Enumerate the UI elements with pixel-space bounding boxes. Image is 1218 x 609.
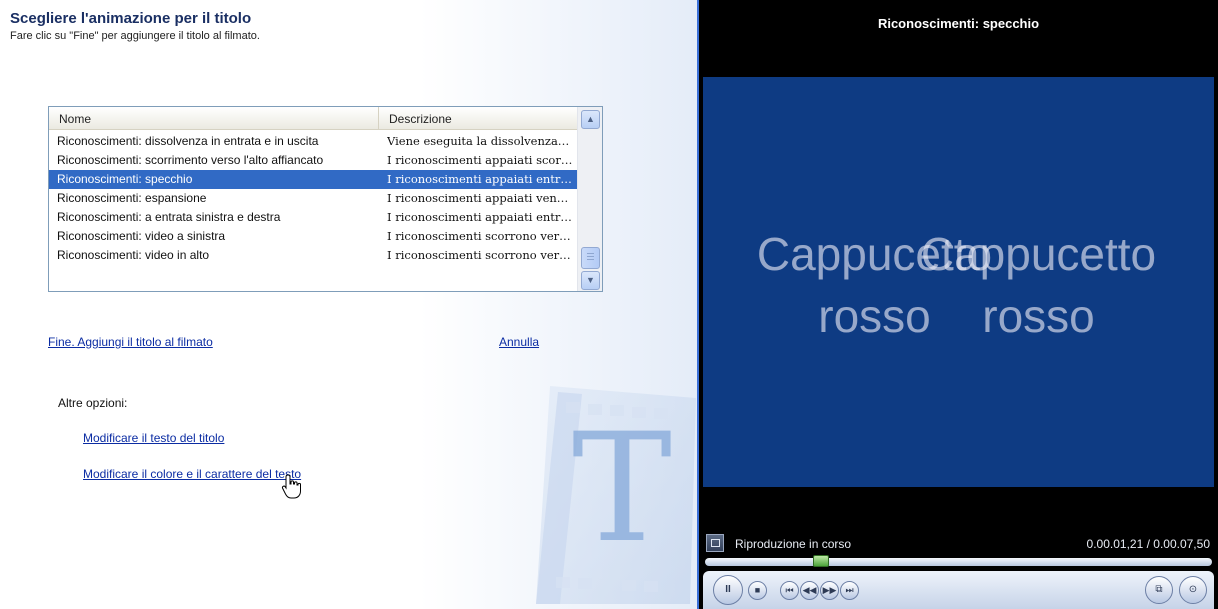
animation-name: Riconoscimenti: scorrimento verso l'alto…: [57, 153, 324, 167]
column-header-nome[interactable]: Nome: [49, 107, 379, 129]
hand-cursor-icon: [281, 474, 301, 499]
animation-name: Riconoscimenti: espansione: [57, 191, 207, 205]
fullscreen-icon[interactable]: [706, 534, 724, 552]
list-item[interactable]: Riconoscimenti: specchio I riconoscimenti…: [49, 170, 577, 189]
more-options-label: Altre opzioni:: [58, 396, 128, 410]
playback-controls: II ■ ⏮ ◀◀ ▶▶ ⏭ ⧉ ⊙: [703, 571, 1214, 609]
animation-list[interactable]: Nome Descrizione Riconoscimenti: dissolv…: [48, 106, 603, 292]
scroll-up-icon[interactable]: ▲: [581, 110, 600, 129]
animation-description: I riconoscimenti appaiati scor…: [387, 153, 573, 167]
previous-button[interactable]: ⏮: [780, 581, 799, 600]
svg-text:T: T: [572, 402, 672, 576]
list-item[interactable]: Riconoscimenti: video a sinistra I ricono…: [49, 227, 577, 246]
animation-name: Riconoscimenti: specchio: [57, 172, 193, 186]
animation-description: I riconoscimenti scorrono ver…: [387, 248, 571, 262]
preview-title: Riconoscimenti: specchio: [877, 16, 1040, 31]
page-subtitle: Fare clic su "Fine" per aggiungere il ti…: [10, 30, 260, 42]
forward-button[interactable]: ▶▶: [820, 581, 839, 600]
scroll-thumb[interactable]: [581, 247, 600, 269]
seek-bar[interactable]: [705, 555, 1212, 567]
seek-handle[interactable]: [813, 555, 829, 567]
edit-text-font-link[interactable]: Modificare il colore e il carattere del …: [83, 467, 301, 481]
list-rows: Riconoscimenti: dissolvenza in entrata e…: [49, 132, 577, 265]
video-preview[interactable]: Cappucetto rosso Cappucetto rosso: [703, 77, 1214, 487]
list-scrollbar[interactable]: ▲ ▼: [577, 107, 602, 291]
scroll-down-icon[interactable]: ▼: [581, 271, 600, 290]
pause-button[interactable]: II: [713, 575, 743, 605]
animation-description: I riconoscimenti appaiati entr…: [387, 210, 572, 224]
page-title: Scegliere l'animazione per il titolo: [10, 10, 252, 27]
playback-status: Riproduzione in corso: [735, 537, 852, 551]
animation-description: I riconoscimenti appaiati ven…: [387, 191, 569, 205]
cancel-link[interactable]: Annulla: [499, 335, 539, 349]
stop-button[interactable]: ■: [748, 581, 767, 600]
list-item[interactable]: Riconoscimenti: dissolvenza in entrata e…: [49, 132, 577, 151]
animation-description: Viene eseguita la dissolvenza…: [387, 134, 570, 148]
animation-description: I riconoscimenti appaiati entr…: [387, 172, 572, 186]
list-item[interactable]: Riconoscimenti: scorrimento verso l'alto…: [49, 151, 577, 170]
list-item[interactable]: Riconoscimenti: espansione I riconoscimen…: [49, 189, 577, 208]
list-item[interactable]: Riconoscimenti: a entrata sinistra e des…: [49, 208, 577, 227]
split-clip-icon[interactable]: ⧉: [1145, 576, 1173, 604]
edit-title-text-link[interactable]: Modificare il testo del titolo: [83, 431, 224, 445]
animation-name: Riconoscimenti: video in alto: [57, 248, 210, 262]
snapshot-icon[interactable]: ⊙: [1179, 576, 1207, 604]
animation-name: Riconoscimenti: dissolvenza in entrata e…: [57, 134, 319, 148]
video-caption-right: Cappucetto rosso: [920, 228, 1157, 342]
title-decoration-icon: T: [536, 386, 696, 604]
playback-time: 0.00.01,21 / 0.00.07,50: [1086, 537, 1210, 551]
animation-description: I riconoscimenti scorrono ver…: [387, 229, 571, 243]
animation-name: Riconoscimenti: video a sinistra: [57, 229, 226, 243]
playback-status-bar: Riproduzione in corso 0.00.01,21 / 0.00.…: [699, 530, 1218, 556]
animation-name: Riconoscimenti: a entrata sinistra e des…: [57, 210, 281, 224]
preview-pane: Riconoscimenti: specchio Cappucetto ross…: [699, 0, 1218, 609]
list-item[interactable]: Riconoscimenti: video in alto I riconosci…: [49, 246, 577, 265]
column-header-descrizione[interactable]: Descrizione: [379, 107, 577, 129]
list-header: Nome Descrizione: [49, 107, 577, 130]
done-link[interactable]: Fine. Aggiungi il titolo al filmato: [48, 335, 213, 349]
task-pane: Scegliere l'animazione per il titolo Far…: [0, 0, 699, 609]
rewind-button[interactable]: ◀◀: [800, 581, 819, 600]
next-button[interactable]: ⏭: [840, 581, 859, 600]
